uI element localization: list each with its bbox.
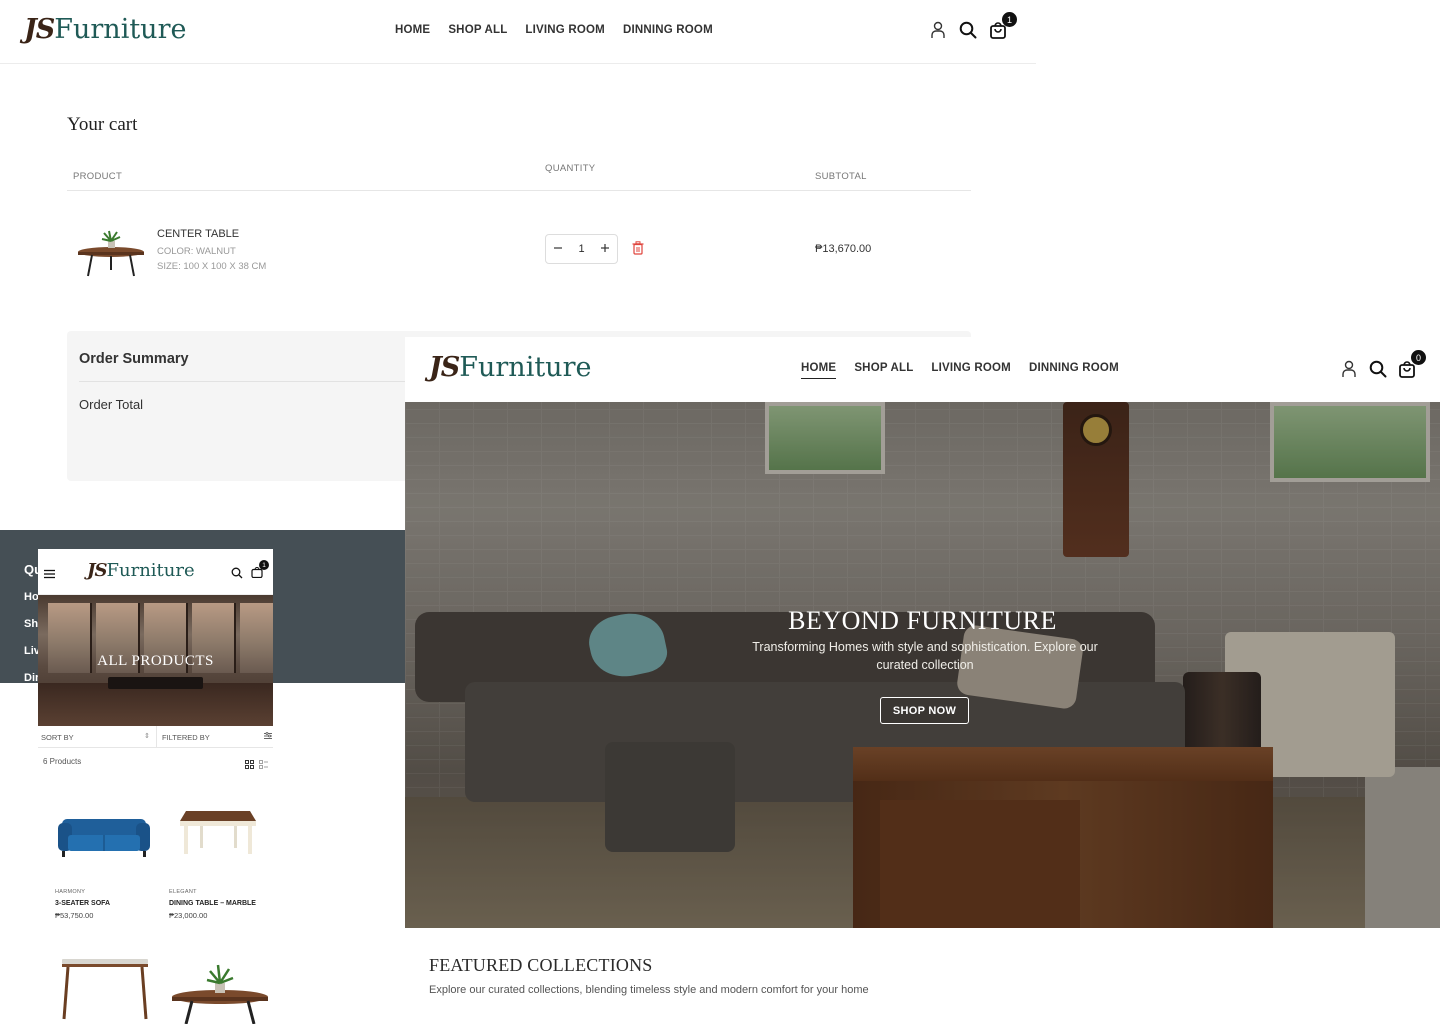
- cart-count-badge: 0: [1411, 350, 1426, 365]
- grid-view-icon[interactable]: [245, 756, 254, 774]
- product-brand: ELEGANT: [169, 889, 197, 895]
- cart-item-image[interactable]: [76, 230, 146, 278]
- sort-by-select[interactable]: SORT BY: [41, 733, 74, 742]
- cart-count-badge: 1: [259, 560, 269, 570]
- column-header-subtotal: SUBTOTAL: [815, 171, 867, 182]
- sort-filter-bar: SORT BY ⇕ FILTERED BY: [38, 726, 273, 748]
- quantity-stepper: 1: [545, 234, 618, 264]
- product-name[interactable]: 3-SEATER SOFA: [55, 900, 110, 907]
- cart-icon[interactable]: 1: [250, 560, 269, 578]
- trash-icon[interactable]: [632, 241, 646, 257]
- cart-item-name[interactable]: CENTER TABLE: [157, 228, 239, 240]
- product-name[interactable]: DINING TABLE – MARBLE: [169, 900, 256, 907]
- cart-item-subtotal: ₱13,670.00: [815, 243, 872, 255]
- site-logo[interactable]: JS Furniture: [24, 14, 186, 45]
- cart-page-header: JS Furniture HOME SHOP ALL LIVING ROOM D…: [0, 0, 1036, 64]
- footer-link-dining[interactable]: Dir: [24, 672, 39, 684]
- home-page: JS Furniture HOME SHOP ALL LIVING ROOM D…: [405, 337, 1440, 1024]
- product-count: 6 Products: [43, 757, 82, 766]
- column-header-quantity: QUANTITY: [545, 163, 596, 174]
- view-toggle: [245, 756, 268, 774]
- column-header-product: PRODUCT: [73, 171, 123, 182]
- sort-arrows-icon: ⇕: [144, 733, 150, 740]
- nav-shop-all[interactable]: SHOP ALL: [448, 24, 507, 36]
- logo-js: JS: [87, 560, 107, 581]
- product-image-side-table[interactable]: [58, 955, 152, 1024]
- cart-icon[interactable]: 1: [988, 12, 1017, 40]
- nav-dinning-room[interactable]: DINNING ROOM: [623, 24, 713, 36]
- order-summary-title: Order Summary: [79, 351, 189, 367]
- quantity-value[interactable]: 1: [578, 243, 584, 255]
- page-title: Your cart: [67, 114, 138, 135]
- mobile-shop-page: JS Furniture 1 ALL PRODUCTS SORT BY ⇕ FI…: [38, 549, 273, 1024]
- cart-item-size: SIZE: 100 X 100 X 38 CM: [157, 261, 267, 272]
- mobile-header: JS Furniture 1: [38, 549, 273, 595]
- filter-by-button[interactable]: FILTERED BY: [162, 733, 210, 742]
- nav-home[interactable]: HOME: [395, 24, 430, 36]
- featured-collections-subtitle: Explore our curated collections, blendin…: [429, 984, 869, 996]
- table-divider: [67, 190, 971, 191]
- hero-sofa: [108, 677, 203, 689]
- product-brand: HARMONY: [55, 889, 86, 895]
- minus-icon[interactable]: [553, 243, 563, 256]
- hero-title: BEYOND FURNITURE: [788, 606, 1057, 635]
- divider: [156, 726, 157, 748]
- product-image-sofa[interactable]: [56, 811, 152, 861]
- logo-js: JS: [24, 14, 55, 45]
- main-nav: HOME SHOP ALL LIVING ROOM DINNING ROOM: [395, 24, 713, 36]
- site-logo[interactable]: JS Furniture: [429, 352, 591, 383]
- hero-subtitle: Transforming Homes with style and sophis…: [752, 640, 1098, 672]
- nav-dinning-room[interactable]: DINNING ROOM: [1029, 362, 1119, 379]
- nav-living-room[interactable]: LIVING ROOM: [931, 362, 1011, 379]
- cart-item-color: COLOR: WALNUT: [157, 246, 236, 257]
- product-image-center-table[interactable]: [170, 961, 270, 1024]
- product-price: ₱23,000.00: [169, 911, 208, 920]
- cart-icon[interactable]: 0: [1397, 350, 1426, 379]
- main-nav: HOME SHOP ALL LIVING ROOM DINNING ROOM: [801, 362, 1119, 379]
- mobile-hero-banner: ALL PRODUCTS: [38, 595, 273, 726]
- hamburger-icon[interactable]: [44, 566, 55, 579]
- shop-now-button[interactable]: SHOP NOW: [880, 697, 969, 724]
- user-icon[interactable]: [1339, 359, 1359, 379]
- logo-furniture: Furniture: [54, 14, 187, 45]
- search-icon[interactable]: [1368, 359, 1388, 379]
- mobile-site-logo[interactable]: JS Furniture: [87, 560, 195, 581]
- search-icon[interactable]: [958, 20, 978, 40]
- product-price: ₱53,750.00: [55, 911, 94, 920]
- plus-icon[interactable]: [600, 243, 610, 256]
- footer-link-shop[interactable]: Sh: [24, 618, 38, 630]
- nav-home[interactable]: HOME: [801, 362, 837, 379]
- logo-furniture: Furniture: [106, 560, 195, 581]
- featured-collections-title: FEATURED COLLECTIONS: [429, 955, 653, 975]
- footer-link-home[interactable]: Ho: [24, 591, 39, 603]
- cart-count-badge: 1: [1002, 12, 1017, 27]
- list-view-icon[interactable]: [259, 756, 268, 774]
- user-icon[interactable]: [928, 20, 948, 40]
- hero-floor: [38, 683, 273, 726]
- home-header: JS Furniture HOME SHOP ALL LIVING ROOM D…: [405, 337, 1440, 402]
- nav-living-room[interactable]: LIVING ROOM: [525, 24, 605, 36]
- product-image-dining-table[interactable]: [178, 801, 258, 857]
- nav-shop-all[interactable]: SHOP ALL: [854, 362, 913, 379]
- logo-js: JS: [429, 352, 460, 383]
- header-icons: 1: [928, 12, 1017, 40]
- mobile-hero-title: ALL PRODUCTS: [97, 653, 214, 669]
- order-total-label: Order Total: [79, 397, 144, 412]
- logo-furniture: Furniture: [459, 352, 592, 383]
- header-icons: 0: [1339, 350, 1426, 379]
- search-icon[interactable]: [231, 566, 243, 579]
- filter-icon[interactable]: [264, 732, 272, 740]
